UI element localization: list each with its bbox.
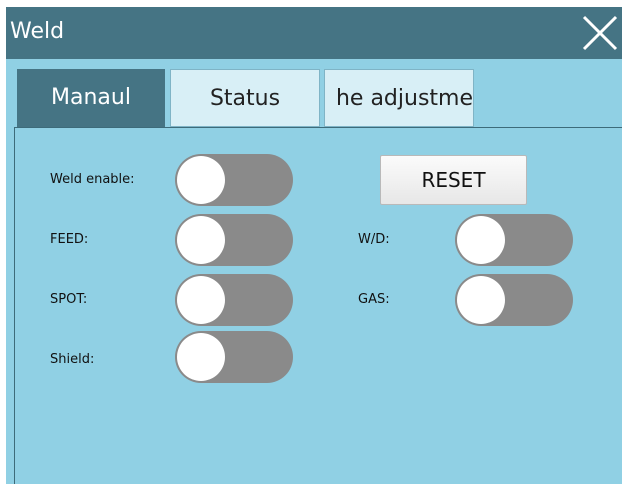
title-bar: Weld [6,7,622,59]
gas-toggle[interactable] [455,274,573,326]
gas-label: GAS: [358,292,390,307]
reset-button[interactable]: RESET [380,155,527,205]
spot-toggle[interactable] [175,274,293,326]
spot-label: SPOT: [50,292,88,307]
tab-status[interactable]: Status [170,69,320,127]
wd-label: W/D: [358,232,390,247]
toggle-knob [457,276,505,324]
toggle-knob [177,216,225,264]
feed-toggle[interactable] [175,214,293,266]
toggle-knob [457,216,505,264]
wd-toggle[interactable] [455,214,573,266]
tab-adjustment[interactable]: he adjustme [324,69,474,127]
shield-label: Shield: [50,352,95,367]
shield-toggle[interactable] [175,331,293,383]
tab-manual[interactable]: Manaul [17,69,165,127]
weld-enable-label: Weld enable: [50,172,135,187]
weld-window: Weld Manaul Status he adjustme Weld enab… [6,7,622,484]
weld-enable-toggle[interactable] [175,154,293,206]
tab-manual-label: Manaul [51,85,131,110]
toggle-knob [177,156,225,204]
window-title: Weld [10,19,65,44]
toggle-knob [177,333,225,381]
close-icon[interactable] [578,13,622,53]
manual-panel: Weld enable: FEED: SPOT: Shield: RESET W… [14,127,622,484]
toggle-knob [177,276,225,324]
feed-label: FEED: [50,232,89,247]
tab-adjustment-label: he adjustme [335,86,473,111]
tab-status-label: Status [209,86,281,111]
